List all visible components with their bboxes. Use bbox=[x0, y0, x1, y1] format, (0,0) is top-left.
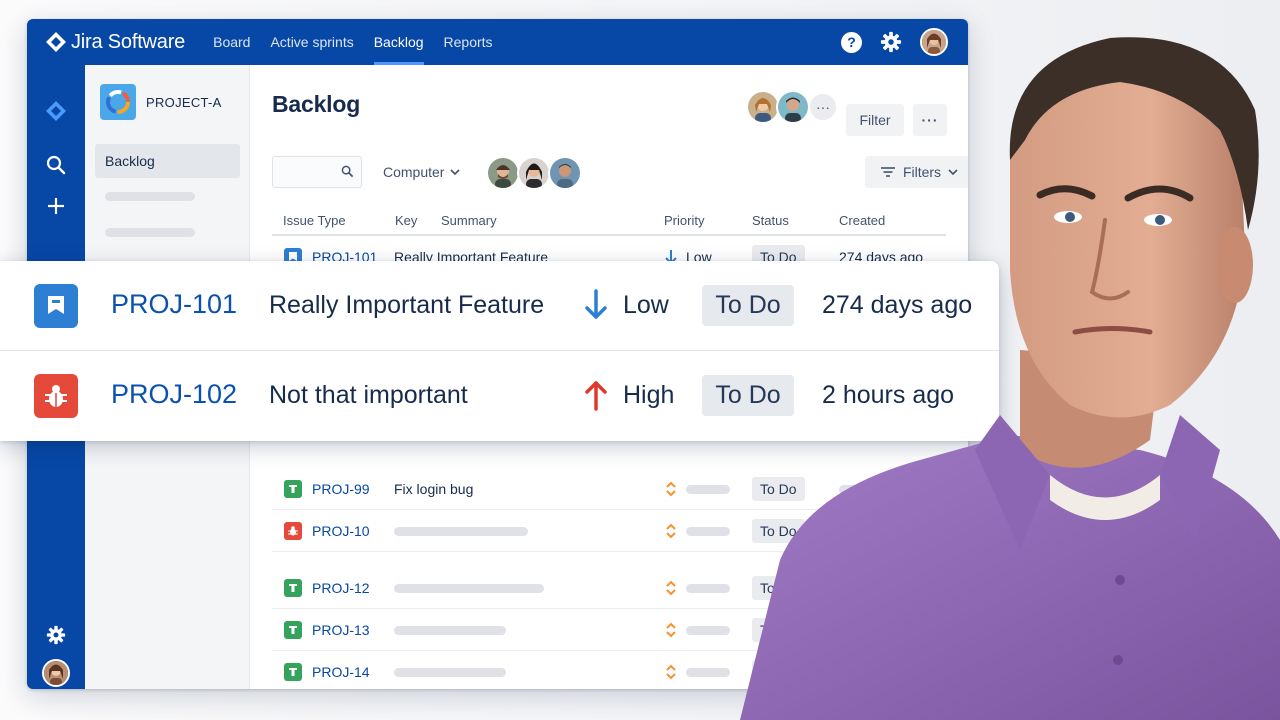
task-icon bbox=[284, 579, 302, 597]
issue-key[interactable]: PROJ-13 bbox=[312, 622, 370, 638]
col-summary[interactable]: Summary bbox=[441, 213, 497, 228]
sidebar-item-backlog[interactable]: Backlog bbox=[95, 144, 240, 178]
medium-priority-icon bbox=[666, 481, 676, 497]
nav-backlog[interactable]: Backlog bbox=[373, 19, 424, 65]
project-header[interactable]: PROJECT-A bbox=[100, 84, 222, 120]
avatar[interactable] bbox=[548, 156, 582, 190]
plus-icon[interactable] bbox=[44, 194, 68, 218]
gear-icon[interactable] bbox=[44, 623, 68, 647]
nav-board[interactable]: Board bbox=[213, 19, 250, 65]
page-title: Backlog bbox=[272, 91, 361, 117]
nav-reports[interactable]: Reports bbox=[444, 19, 493, 65]
assignee-filter-avatars bbox=[486, 156, 582, 190]
search-icon bbox=[341, 165, 354, 178]
summary-placeholder bbox=[394, 527, 528, 536]
issue-key[interactable]: PROJ-14 bbox=[312, 664, 370, 680]
avatar[interactable] bbox=[486, 156, 520, 190]
jira-logo-icon bbox=[46, 32, 66, 52]
arrow-down-icon bbox=[585, 289, 607, 319]
issue-key[interactable]: PROJ-12 bbox=[312, 580, 370, 596]
medium-priority-icon bbox=[666, 664, 676, 680]
issue-summary[interactable]: Really Important Feature bbox=[269, 291, 544, 320]
medium-priority-icon bbox=[666, 622, 676, 638]
issue-key[interactable]: PROJ-101 bbox=[111, 289, 237, 320]
summary-placeholder bbox=[394, 626, 506, 635]
sidebar-placeholder bbox=[105, 192, 195, 201]
search-input[interactable] bbox=[279, 157, 343, 186]
bug-icon bbox=[34, 374, 78, 418]
issue-key[interactable]: PROJ-102 bbox=[111, 379, 237, 410]
issue-key[interactable]: PROJ-10 bbox=[312, 523, 370, 539]
profile-avatar[interactable] bbox=[42, 659, 70, 687]
arrow-up-icon bbox=[585, 381, 607, 411]
search-icon[interactable] bbox=[44, 153, 68, 177]
search-box[interactable] bbox=[272, 156, 362, 188]
brand[interactable]: Jira Software bbox=[45, 31, 185, 54]
bug-icon bbox=[284, 522, 302, 540]
priority-label: Low bbox=[623, 291, 669, 319]
presenter-photo bbox=[740, 37, 1280, 720]
issue-summary[interactable]: Not that important bbox=[269, 381, 468, 410]
avatar[interactable] bbox=[517, 156, 551, 190]
chevron-down-icon bbox=[450, 168, 461, 175]
col-issue-type[interactable]: Issue Type bbox=[283, 213, 346, 228]
issue-summary[interactable]: Fix login bug bbox=[394, 481, 473, 497]
brand-name: Jira Software bbox=[71, 30, 186, 53]
sidebar-placeholder bbox=[105, 228, 195, 237]
task-icon bbox=[284, 663, 302, 681]
priority-label: High bbox=[623, 381, 675, 409]
jira-logo-icon[interactable] bbox=[44, 99, 68, 123]
computer-dropdown[interactable]: Computer bbox=[383, 164, 461, 180]
medium-priority-icon bbox=[666, 580, 676, 596]
project-name: PROJECT-A bbox=[146, 94, 222, 110]
col-priority[interactable]: Priority bbox=[664, 213, 704, 228]
issue-key[interactable]: PROJ-99 bbox=[312, 481, 370, 497]
task-icon bbox=[284, 621, 302, 639]
nav-active-sprints[interactable]: Active sprints bbox=[270, 19, 353, 65]
summary-placeholder bbox=[394, 668, 506, 677]
task-icon bbox=[284, 480, 302, 498]
dropdown-label: Computer bbox=[383, 164, 445, 180]
medium-priority-icon bbox=[666, 523, 676, 539]
project-logo-icon bbox=[100, 84, 136, 120]
story-icon bbox=[34, 284, 78, 328]
col-key[interactable]: Key bbox=[395, 213, 417, 228]
summary-placeholder bbox=[394, 584, 544, 593]
